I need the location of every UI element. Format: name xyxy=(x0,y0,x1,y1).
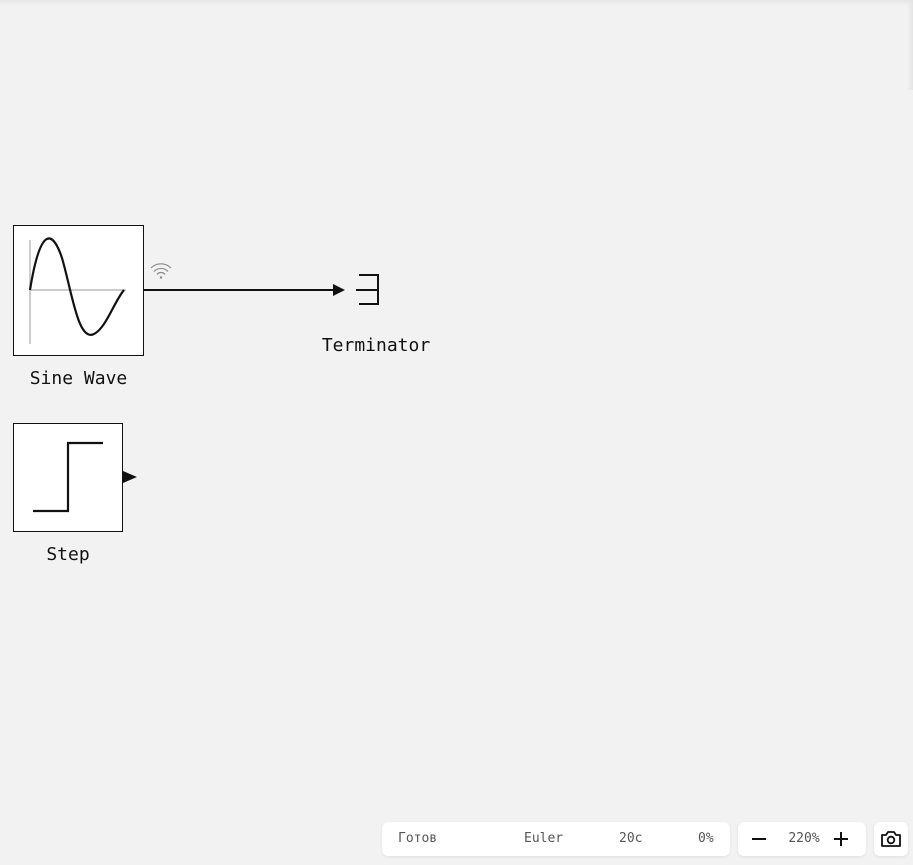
stop-time[interactable]: 20с xyxy=(619,831,642,846)
sine-wave-icon xyxy=(28,237,126,344)
plus-icon xyxy=(834,832,848,846)
terminator-label: Terminator xyxy=(321,335,431,356)
zoom-out-button[interactable] xyxy=(746,826,772,852)
zoom-controls: 220% xyxy=(738,822,866,856)
wifi-signal-icon xyxy=(150,263,172,279)
signal-arrowhead xyxy=(333,284,345,296)
minus-icon xyxy=(752,838,766,840)
sine-wave-block[interactable] xyxy=(13,225,144,356)
step-label: Step xyxy=(46,544,90,565)
camera-icon xyxy=(881,831,901,847)
step-block[interactable] xyxy=(13,423,123,532)
status-state: Готов xyxy=(398,831,438,846)
connections-layer xyxy=(122,263,345,483)
simulation-status-bar: Готов Euler 20с 0% xyxy=(382,822,730,856)
zoom-level: 220% xyxy=(788,831,820,846)
terminator-icon xyxy=(356,274,379,305)
progress-value: 0% xyxy=(698,831,714,846)
step-icon xyxy=(33,441,103,513)
model-canvas[interactable]: Sine Wave Terminator Step xyxy=(0,0,913,865)
solver-name[interactable]: Euler xyxy=(524,831,563,846)
snapshot-button[interactable] xyxy=(874,822,908,856)
zoom-in-button[interactable] xyxy=(828,826,854,852)
sine-wave-label: Sine Wave xyxy=(29,368,128,389)
terminator-block[interactable] xyxy=(356,273,382,307)
